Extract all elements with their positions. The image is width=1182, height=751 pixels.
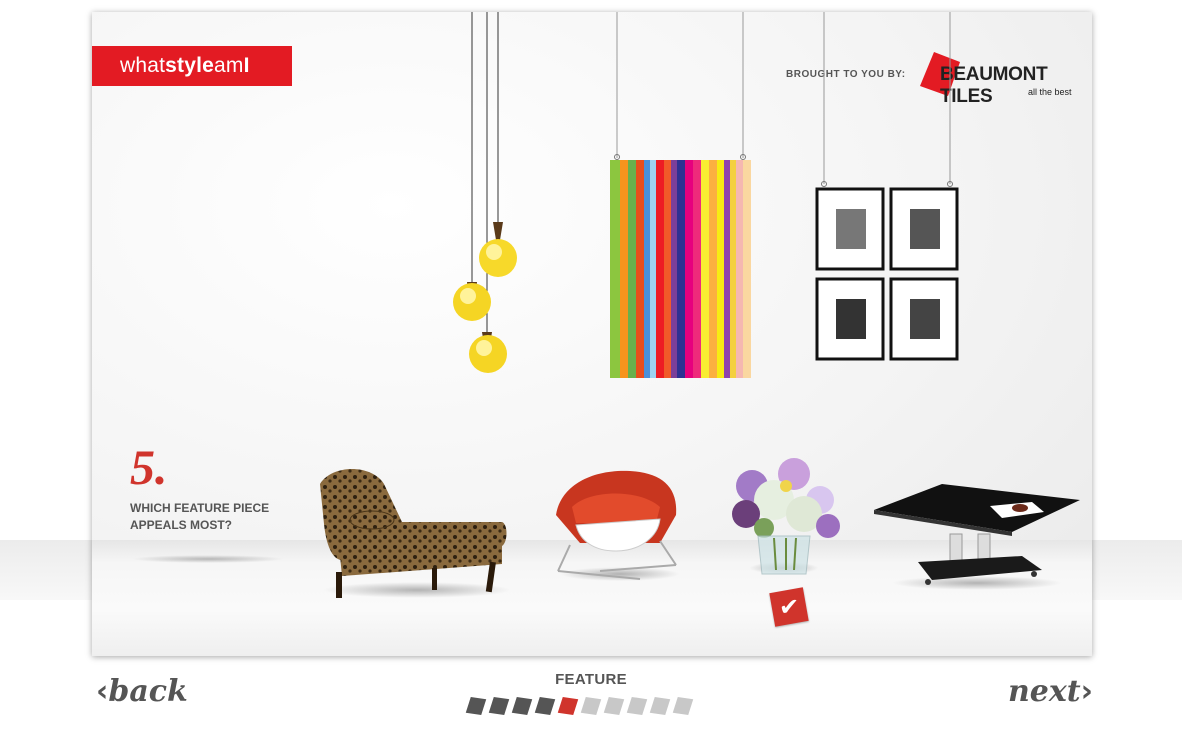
option-red-chair[interactable] [550, 467, 685, 587]
brand-post: am [214, 54, 244, 77]
sponsor-name: BEAUMONT TILES [940, 64, 1048, 107]
progress-step-6 [580, 696, 602, 716]
next-button[interactable]: next › [1008, 674, 1093, 709]
progress-indicator [465, 696, 694, 716]
brand-bold: style [165, 54, 215, 77]
brand-logo: whatstyleamI [92, 46, 292, 86]
pendant-lights-icon [453, 12, 517, 373]
next-label: next [1008, 674, 1081, 709]
sponsor-tagline: all the best [1028, 87, 1072, 97]
progress-step-8 [626, 696, 648, 716]
question-underline [132, 555, 284, 563]
progress-step-2 [488, 696, 510, 716]
progress-step-7 [603, 696, 625, 716]
option-coffee-table[interactable] [872, 482, 1082, 592]
progress-step-1 [465, 696, 487, 716]
striped-artwork-icon [610, 12, 751, 378]
progress-step-5 [557, 696, 579, 716]
red-chair-icon [556, 470, 677, 580]
option-flowers[interactable] [724, 456, 844, 576]
framed-photos-icon [815, 12, 959, 361]
progress-step-3 [511, 696, 533, 716]
question-number: 5. [130, 439, 168, 495]
progress-step-4 [534, 696, 556, 716]
coffee-table-icon [874, 484, 1080, 585]
chaise-lounge-icon [320, 469, 507, 598]
chevron-right-icon: › [1080, 674, 1094, 709]
brand-pre: what [120, 54, 166, 77]
brand-last: I [243, 54, 250, 77]
flower-vase-icon [732, 458, 840, 575]
option-chaise-lounge[interactable] [312, 464, 512, 604]
step-label: FEATURE [555, 671, 627, 688]
quiz-stage: whatstyleamI BROUGHT TO YOU BY: BEAUMONT… [92, 12, 1092, 656]
progress-step-10 [672, 696, 694, 716]
selected-checkmark-icon[interactable]: ✔ [769, 587, 809, 627]
progress-step-9 [649, 696, 671, 716]
question-text: WHICH FEATURE PIECE APPEALS MOST? [130, 501, 270, 532]
